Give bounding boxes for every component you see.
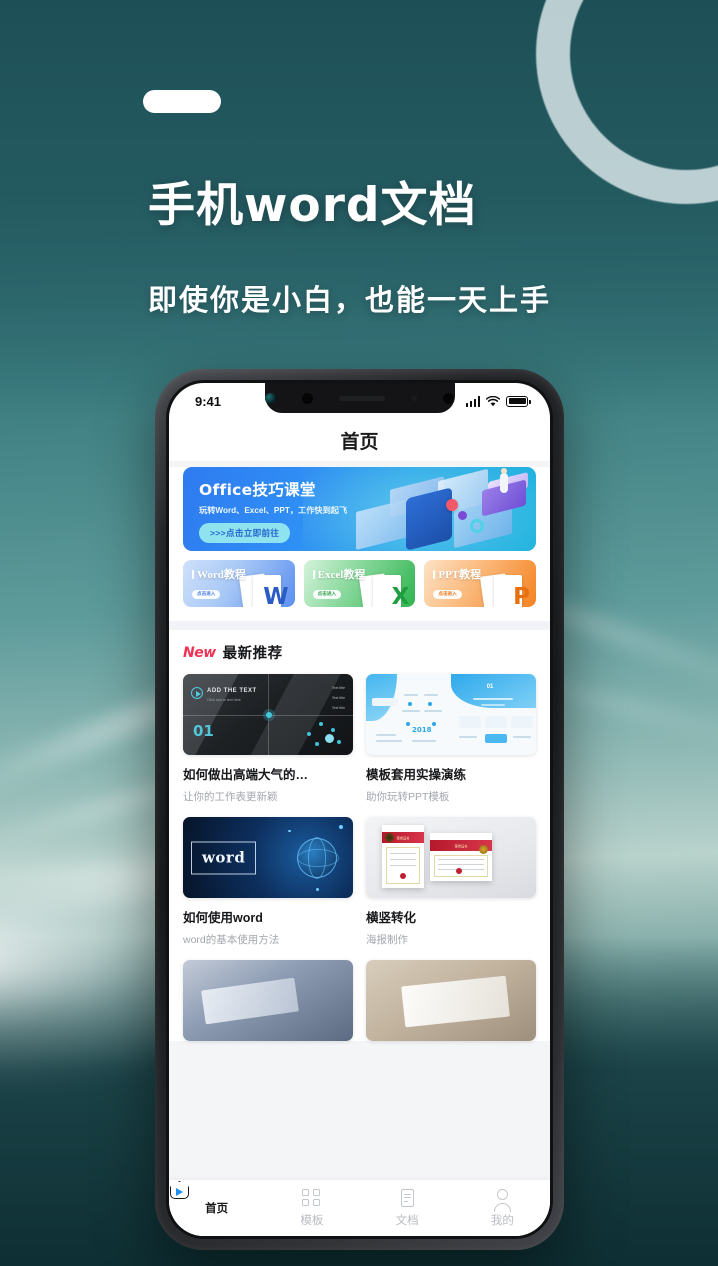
person-icon [492,1188,513,1212]
recommend-card[interactable] [183,960,353,1041]
tab-home[interactable]: 首页 [169,1180,264,1236]
pill-decoration [143,90,221,113]
app-page-title: 首页 [169,419,550,461]
poster-headline: 手机word文档 [148,178,477,233]
recommend-section: New 最新推荐 ADD THE TEXT Click add to text … [169,630,550,1041]
network-graphic [303,718,347,750]
tab-documents[interactable]: 文档 [360,1180,455,1236]
category-letter: X [391,584,410,608]
recommend-card[interactable] [366,960,536,1041]
card-title: 横竖转化 [366,911,417,925]
thumb-number: 01 [486,684,494,690]
card-thumbnail: word [183,817,353,898]
banner-text-group: Office技巧课堂 玩转Word、Excel、PPT，工作快到起飞 >>>点击… [183,467,536,544]
tab-label: 首页 [205,1203,229,1215]
category-title: PPT教程 [433,566,536,582]
tab-label: 我的 [490,1215,514,1227]
tab-label: 模板 [300,1215,324,1227]
thumb-row-label: Text title [331,696,345,700]
banner-subtitle: 玩转Word、Excel、PPT，工作快到起飞 [199,506,348,515]
battery-icon [506,395,531,407]
certificate-portrait: 荣誉证书 [382,825,424,888]
category-title: Excel教程 [313,566,416,582]
category-card-excel[interactable]: Excel教程 点击进入 X [303,560,416,608]
signal-bars-icon [465,395,480,407]
tab-label: 文档 [395,1215,419,1227]
thumb-row-label: Text title [331,686,345,690]
certificate-landscape: 荣誉证书 [430,833,492,881]
category-card-ppt[interactable]: PPT教程 点击进入 P [424,560,537,608]
template-left: 2018 [366,674,451,755]
wifi-icon [486,395,500,406]
phone-screen: 9:41 首页 Office技巧课堂 玩转Word、Excel、PPT，工作快到… [169,383,550,1236]
category-badge: 点击进入 [192,589,221,599]
card-title: 如何使用word [183,911,263,925]
card-thumbnail [183,960,353,1041]
section-divider [169,621,550,630]
thumb-number: 01 [193,722,214,740]
card-thumbnail [366,960,536,1041]
home-icon [169,1180,190,1200]
banner-cta-button[interactable]: >>>点击立即前往 [199,523,291,544]
tab-templates[interactable]: 模板 [264,1180,359,1236]
card-title: 模板套用实操演练 [366,768,467,782]
template-right: 01 [451,674,536,755]
poster-subheadline: 即使你是小白，也能一天上手 [148,285,552,317]
category-title: Word教程 [192,566,295,582]
thumb-label: word [202,848,246,866]
thumb-label-box: word [191,841,257,874]
section-title: 最新推荐 [222,646,283,662]
category-card-word[interactable]: Word教程 点击进入 W [183,560,295,607]
card-subtitle: 让你的工作表更新颖 [183,791,278,803]
play-icon [191,687,203,699]
bottom-tab-bar: 首页 模板 文档 我的 [169,1180,550,1236]
section-header: New 最新推荐 [183,642,536,663]
category-letter: W [263,584,289,608]
globe-graphic [297,837,337,878]
recommend-card[interactable]: 荣誉证书 荣誉证书 横竖转化 海报制作 [366,817,536,947]
card-subtitle: 海报制作 [366,934,408,946]
top-section: Office技巧课堂 玩转Word、Excel、PPT，工作快到起飞 >>>点击… [169,467,550,621]
status-icon-group [465,395,531,407]
banner-title: Office技巧课堂 [199,481,316,499]
recommend-card[interactable]: word 如何使用word word的基本使用方法 [183,817,353,947]
card-subtitle: word的基本使用方法 [183,934,280,946]
certificate-band-label: 荣誉证书 [454,844,468,848]
app-content: Office技巧课堂 玩转Word、Excel、PPT，工作快到起飞 >>>点击… [169,461,550,1236]
new-badge: New [183,644,216,661]
card-thumbnail: ADD THE TEXT Click add to text here 01 T… [183,674,353,755]
category-row: Word教程 点击进入 W Excel教程 点击进入 X PPT教程 点击进入 … [183,560,537,608]
document-icon [397,1188,418,1208]
recommend-card[interactable]: ADD THE TEXT Click add to text here 01 T… [183,674,353,804]
thumb-subtext: Click add to text here [207,698,241,702]
recommend-card[interactable]: 2018 01 模板套用实操演练 助你玩转PPT模板 [366,674,536,804]
promo-banner[interactable]: Office技巧课堂 玩转Word、Excel、PPT，工作快到起飞 >>>点击… [183,467,536,551]
phone-mockup: 9:41 首页 Office技巧课堂 玩转Word、Excel、PPT，工作快到… [155,369,564,1250]
thumb-label: ADD THE TEXT [207,688,257,694]
card-thumbnail: 荣誉证书 荣誉证书 [366,817,536,898]
phone-bezel: 9:41 首页 Office技巧课堂 玩转Word、Excel、PPT，工作快到… [166,380,553,1239]
category-badge: 点击进入 [433,589,462,599]
tab-profile[interactable]: 我的 [455,1180,550,1236]
card-thumbnail: 2018 01 [366,674,536,755]
card-title: 如何做出高端大气的… [183,768,309,782]
poster-stage: 手机word文档 即使你是小白，也能一天上手 9:41 首页 Office技巧课… [0,0,718,1266]
category-badge: 点击进入 [312,589,342,599]
thumb-row-label: Text title [331,706,345,710]
grid-icon [301,1188,322,1208]
recommend-grid: ADD THE TEXT Click add to text here 01 T… [183,674,536,1041]
status-bar: 9:41 [169,383,550,419]
card-subtitle: 助你玩转PPT模板 [366,791,450,803]
status-time: 9:41 [195,393,222,409]
category-letter: P [513,584,531,608]
certificate-band-label: 荣誉证书 [396,836,410,840]
